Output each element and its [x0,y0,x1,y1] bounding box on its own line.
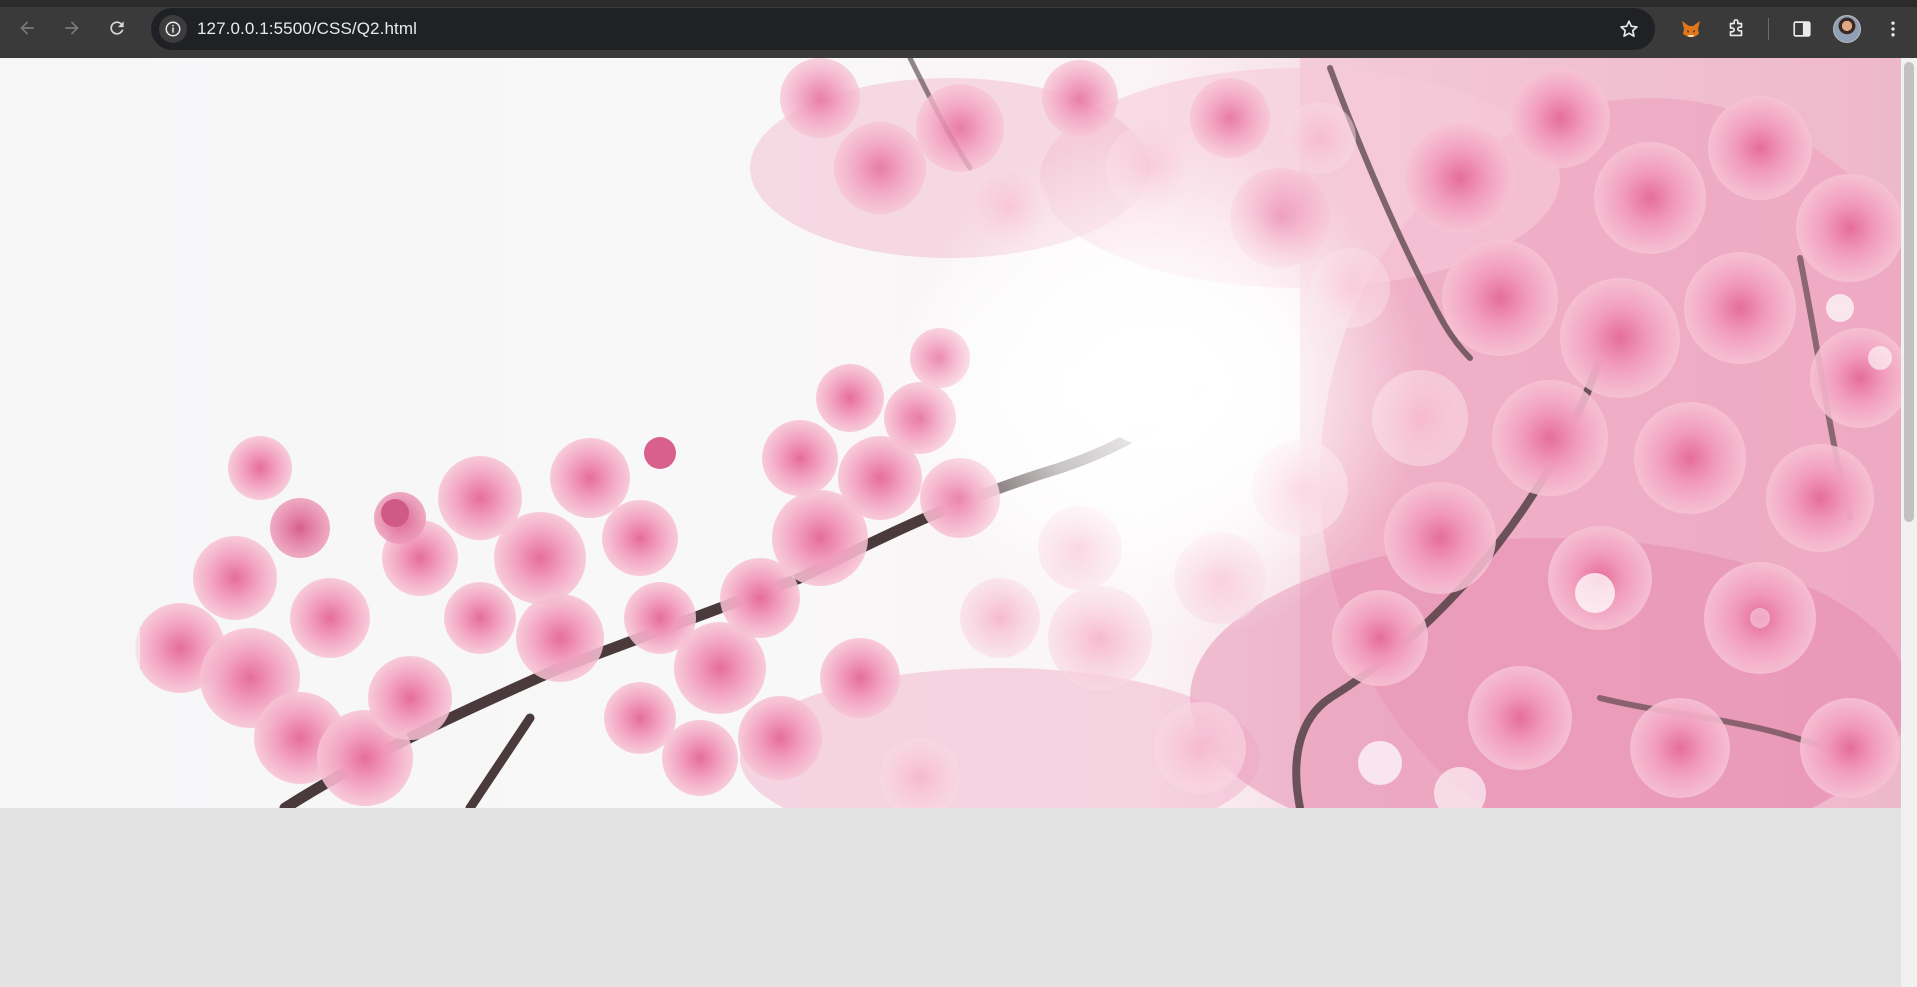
star-icon [1620,20,1638,37]
page-scrollbar-thumb[interactable] [1904,62,1914,522]
fox-icon [1682,21,1700,37]
cherry-blossom-image [0,58,1901,808]
page-content [0,58,1901,987]
tab-strip [0,0,1917,7]
extensions-button[interactable] [1722,15,1750,43]
kebab-menu-icon [1891,21,1895,37]
address-bar[interactable]: 127.0.0.1:5500/CSS/Q2.html [151,8,1655,50]
profile-avatar[interactable] [1833,15,1861,43]
hero-image [0,58,1901,808]
site-info-button[interactable] [159,15,187,43]
browser-menu-button[interactable] [1879,15,1907,43]
side-panel-icon [1793,21,1811,37]
side-panel-button[interactable] [1788,15,1816,43]
metamask-extension-button[interactable] [1677,15,1705,43]
reload-icon [110,21,124,35]
puzzle-icon [1729,19,1743,37]
browser-toolbar: 127.0.0.1:5500/CSS/Q2.html [0,0,1917,58]
url-text[interactable]: 127.0.0.1:5500/CSS/Q2.html [197,19,417,39]
info-icon [165,21,181,37]
reload-button[interactable] [102,13,132,43]
arrow-left-icon [20,21,34,35]
bookmark-button[interactable] [1617,17,1641,41]
arrow-right-icon [65,21,79,35]
toolbar-divider [1768,18,1769,40]
forward-button[interactable] [57,13,87,43]
back-button[interactable] [12,13,42,43]
